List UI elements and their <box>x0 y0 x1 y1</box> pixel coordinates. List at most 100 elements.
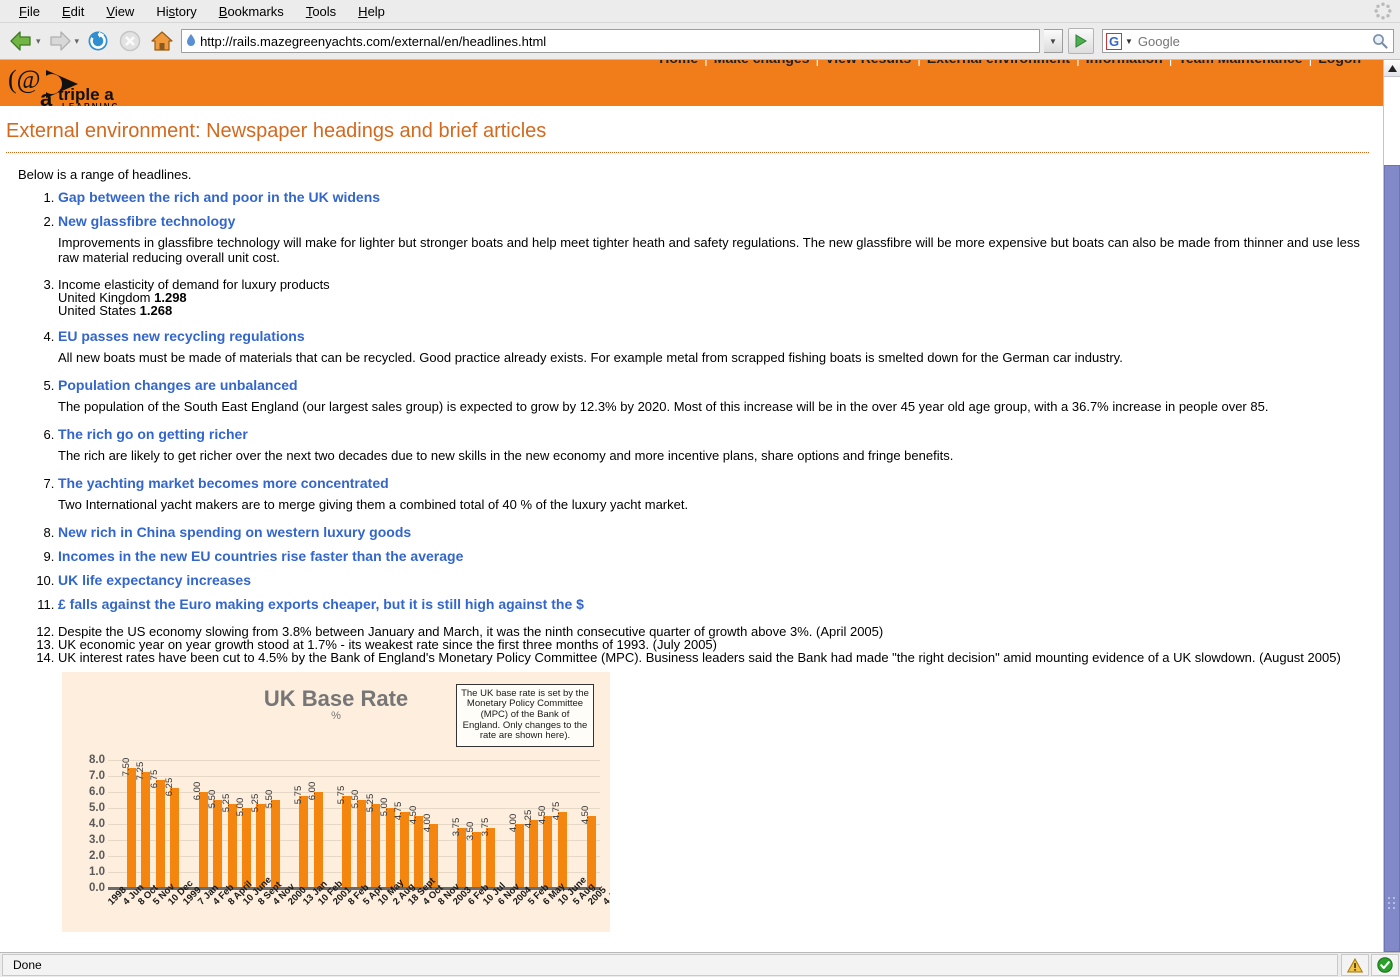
secure-check-icon[interactable] <box>1371 954 1399 976</box>
menu-item-edit[interactable]: Edit <box>51 2 95 21</box>
headline-link[interactable]: £ falls against the Euro making exports … <box>58 596 584 612</box>
chart-bar-value-label: 7.25 <box>135 761 146 780</box>
forward-history-caret-icon[interactable]: ▾ <box>75 36 80 47</box>
search-input[interactable] <box>1136 33 1367 50</box>
home-button[interactable] <box>147 26 177 56</box>
forward-button[interactable] <box>45 26 75 56</box>
chart-x-slot: 18 Sept <box>398 892 413 932</box>
back-history-caret-icon[interactable]: ▾ <box>36 36 41 47</box>
headline-link[interactable]: Incomes in the new EU countries rise fas… <box>58 548 463 564</box>
headline-link[interactable]: Population changes are unbalanced <box>58 377 298 393</box>
headline-link[interactable]: The rich go on getting richer <box>58 426 248 442</box>
chart-x-slot: 4 Jun <box>113 892 128 932</box>
chart-bar: 5.00 <box>242 808 251 888</box>
chart-bar: 5.50 <box>357 800 366 888</box>
menu-item-tools[interactable]: Tools <box>295 2 347 21</box>
chart-x-slot: 8 Nov <box>428 892 443 932</box>
warning-icon[interactable] <box>1341 954 1369 976</box>
chart-bar-slot: 5.25 <box>225 752 239 888</box>
list-item: New rich in China spending on western lu… <box>58 525 1383 539</box>
chart-y-tick: 3.0 <box>89 834 105 846</box>
headline-body: Two International yacht makers are to me… <box>58 498 1383 513</box>
nav-home[interactable]: Home <box>659 60 698 66</box>
go-button[interactable] <box>1068 28 1094 54</box>
chart-x-slot: 5 Apr <box>353 892 368 932</box>
chart-bars: 7.507.256.756.256.005.505.255.005.255.50… <box>110 752 598 888</box>
chart-bar-value-label: 4.00 <box>422 813 433 832</box>
site-logo[interactable]: (@ a triple a LEARNING <box>6 64 206 106</box>
headline-link[interactable]: The yachting market becomes more concent… <box>58 475 389 491</box>
site-header: (@ a triple a LEARNING Home|Make changes… <box>0 60 1383 106</box>
nav-logon[interactable]: Logon <box>1318 60 1361 66</box>
chart-bar-slot: 5.50 <box>211 752 225 888</box>
chart-x-slot: 5 Aug <box>563 892 578 932</box>
chart-bar-slot: 6.75 <box>153 752 167 888</box>
svg-text:(@: (@ <box>8 65 41 94</box>
nav-external-environment[interactable]: External environment <box>927 60 1070 66</box>
uk-base-rate-chart: UK Base Rate % The UK base rate is set b… <box>62 672 610 932</box>
chart-x-slot: 5 Feb <box>518 892 533 932</box>
chart-x-slot: 10 Jul <box>473 892 488 932</box>
list-item: Incomes in the new EU countries rise fas… <box>58 549 1383 563</box>
chart-bar-value-label: 5.25 <box>221 793 232 812</box>
headline-link[interactable]: New glassfibre technology <box>58 213 235 229</box>
chart-y-tick: 5.0 <box>89 802 105 814</box>
chart-bar-slot: 5.50 <box>268 752 282 888</box>
menu-item-bookmarks[interactable]: Bookmarks <box>208 2 295 21</box>
chart-bar: 6.25 <box>170 788 179 888</box>
chart-x-slot: 1999 <box>173 892 188 932</box>
chart-bar-value-label: 4.50 <box>408 805 419 824</box>
scrollbar-thumb[interactable] <box>1384 165 1400 952</box>
list-item: UK life expectancy increases <box>58 573 1383 587</box>
nav-view-results[interactable]: View Results <box>825 60 911 66</box>
chart-x-slot: 10 June <box>548 892 563 932</box>
nav-information[interactable]: Information <box>1086 60 1163 66</box>
reload-button[interactable] <box>83 26 113 56</box>
nav-make-changes[interactable]: Make changes <box>714 60 810 66</box>
chart-x-slot: 5 Nov <box>143 892 158 932</box>
search-bar[interactable]: G ▼ <box>1102 29 1394 53</box>
search-engine-dropdown-icon[interactable]: ▼ <box>1125 37 1136 46</box>
chart-x-axis-labels: 19984 Jun8 Oct5 Nov10 Dec19997 Jan4 Feb8… <box>98 892 608 932</box>
chart-bar: 5.50 <box>213 800 222 888</box>
chart-y-tick: 2.0 <box>89 850 105 862</box>
chart-bar: 5.75 <box>342 796 351 888</box>
scrollbar-track[interactable] <box>1384 77 1400 952</box>
page-scrollbar[interactable] <box>1383 60 1400 952</box>
status-text: Done <box>2 954 1338 976</box>
headline-link[interactable]: New rich in China spending on western lu… <box>58 524 411 540</box>
menu-item-help[interactable]: Help <box>347 2 396 21</box>
chart-bar-value-label: 3.50 <box>465 821 476 840</box>
headline-body: Improvements in glassfibre technology wi… <box>58 236 1383 266</box>
chart-bar-slot: 4.00 <box>426 752 440 888</box>
scroll-up-button[interactable] <box>1384 60 1400 77</box>
chart-x-slot: 13 Jan <box>293 892 308 932</box>
headline-link[interactable]: UK life expectancy increases <box>58 572 251 588</box>
chart-bar-value-label: 3.75 <box>451 817 462 836</box>
web-page: (@ a triple a LEARNING Home|Make changes… <box>0 60 1383 952</box>
search-icon[interactable] <box>1367 33 1393 49</box>
chart-x-slot: 6 Feb <box>458 892 473 932</box>
page-title: External environment: Newspaper headings… <box>0 106 1383 143</box>
headline-link[interactable]: Gap between the rich and poor in the UK … <box>58 189 380 205</box>
stop-button[interactable] <box>115 26 145 56</box>
address-bar[interactable]: http://rails.mazegreenyachts.com/externa… <box>181 29 1040 53</box>
nav-team-maintenance[interactable]: Team Maintenance <box>1178 60 1302 66</box>
back-button[interactable] <box>6 26 36 56</box>
headline-list: Gap between the rich and poor in the UK … <box>0 190 1383 664</box>
menu-bar: File Edit View History Bookmarks Tools H… <box>0 0 1400 23</box>
chart-x-slot: 2001 <box>323 892 338 932</box>
chart-bar-value-label: 5.50 <box>207 789 218 808</box>
menu-item-view[interactable]: View <box>95 2 145 21</box>
headline-link[interactable]: EU passes new recycling regulations <box>58 328 305 344</box>
site-top-navigation: Home|Make changes|View Results|External … <box>659 60 1361 66</box>
menu-item-file[interactable]: File <box>8 2 51 21</box>
sub-line: United Kingdom 1.298 <box>58 291 1383 304</box>
chart-x-slot: 10 Feb <box>308 892 323 932</box>
chart-bar-slot: 3.75 <box>483 752 497 888</box>
address-dropdown-icon[interactable]: ▼ <box>1044 29 1063 53</box>
menu-item-history[interactable]: History <box>145 2 207 21</box>
svg-text:a: a <box>40 86 53 106</box>
address-bar-text[interactable]: http://rails.mazegreenyachts.com/externa… <box>200 34 546 49</box>
chart-x-slot: 8 April <box>218 892 233 932</box>
